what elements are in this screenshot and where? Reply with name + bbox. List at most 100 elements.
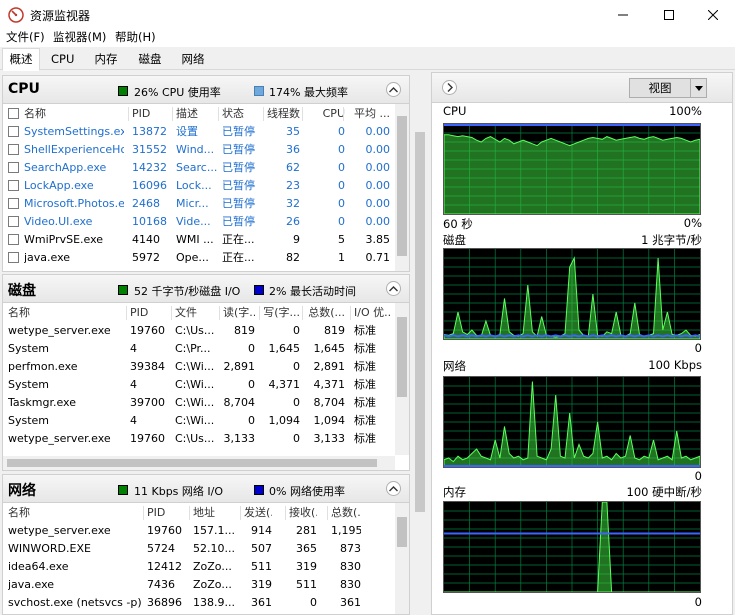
- disk-table-row[interactable]: Taskmgr.exe 39700 C:\Wi... 8,704 0 8,704 标准: [3, 394, 395, 412]
- column-separator[interactable]: [189, 506, 190, 520]
- network-table-row[interactable]: java.exe 7436 ZoZo... 319 511 830: [3, 576, 395, 594]
- cpu-cell-desc: 设置: [176, 125, 198, 138]
- disk-table-row[interactable]: perfmon.exe 39384 C:\Wi... 2,891 0 2,891 标准: [3, 358, 395, 376]
- cpu-table-row[interactable]: WmiPrvSE.exe 4140 WMI ... 正在... 9 5 3.85: [3, 231, 395, 249]
- cpu-table-row[interactable]: SystemSettings.exe 13872 设置 已暂停 35 0 0.00: [3, 123, 395, 141]
- column-separator[interactable]: [302, 306, 303, 320]
- cpu-table-row[interactable]: Video.UI.exe 10168 Vide... 已暂停 26 0 0.00: [3, 213, 395, 231]
- cpu-row-checkbox[interactable]: [8, 144, 19, 155]
- network-column-header[interactable]: 接收(...: [289, 504, 317, 522]
- disk-table-hscrollbar-thumb[interactable]: [7, 459, 377, 467]
- network-column-header[interactable]: 总数(...: [331, 504, 361, 522]
- cpu-column-header[interactable]: 名称: [24, 105, 124, 123]
- column-separator[interactable]: [343, 107, 344, 121]
- column-separator[interactable]: [263, 107, 264, 121]
- disk-table-row[interactable]: System 4 C:\Pr... 0 1,645 1,645 标准: [3, 340, 395, 358]
- disk-column-header[interactable]: 读(字...: [223, 304, 255, 322]
- cpu-table-scrollbar-thumb[interactable]: [397, 116, 407, 256]
- menu-help[interactable]: 帮助(H): [115, 30, 156, 47]
- cpu-column-header[interactable]: 线程数: [267, 105, 300, 123]
- network-column-header[interactable]: 地址: [193, 504, 238, 522]
- network-table-row[interactable]: wetype_server.exe 19760 157.1... 914 281 1,19…: [3, 522, 395, 540]
- cpu-table-row[interactable]: SearchApp.exe 14232 Searc... 已暂停 62 0 0.00: [3, 159, 395, 177]
- column-separator[interactable]: [171, 306, 172, 320]
- tab-disk[interactable]: 磁盘: [131, 50, 169, 70]
- column-separator[interactable]: [285, 506, 286, 520]
- disk-table-row[interactable]: wetype_server.exe 19760 C:\Us... 819 0 819 标准: [3, 322, 395, 340]
- expand-pane-button[interactable]: [442, 80, 457, 95]
- tab-network[interactable]: 网络: [174, 50, 212, 70]
- disk-column-header[interactable]: PID: [130, 304, 172, 322]
- disk-column-header[interactable]: 名称: [8, 304, 124, 322]
- cpu-column-header[interactable]: 平均 ...: [347, 105, 390, 123]
- cpu-select-all-checkbox[interactable]: [8, 108, 19, 119]
- cpu-table-row[interactable]: java.exe 5972 Ope... 正在... 82 1 0.71: [3, 249, 395, 267]
- network-table-row[interactable]: svchost.exe (netsvcs -p) 36896 138.9... 361…: [3, 594, 395, 612]
- pane-scrollbar-thumb[interactable]: [415, 132, 425, 512]
- disk-table-hscrollbar[interactable]: [3, 456, 395, 470]
- disk-column-header[interactable]: 写(字...: [263, 304, 300, 322]
- maximize-button[interactable]: [646, 0, 692, 30]
- cpu-table-row[interactable]: LockApp.exe 16096 Lock... 已暂停 23 0 0.00: [3, 177, 395, 195]
- cpu-row-checkbox[interactable]: [8, 162, 19, 173]
- column-separator[interactable]: [143, 506, 144, 520]
- cpu-row-checkbox[interactable]: [8, 126, 19, 137]
- cpu-row-checkbox[interactable]: [8, 252, 19, 263]
- cpu-section-header[interactable]: CPU 26% CPU 使用率 174% 最大频率: [3, 76, 409, 104]
- disk-collapse-button[interactable]: [386, 281, 401, 296]
- network-table-scrollbar-thumb[interactable]: [397, 517, 407, 547]
- column-separator[interactable]: [219, 306, 220, 320]
- cpu-cell-desc: Lock...: [176, 179, 212, 192]
- tab-cpu[interactable]: CPU: [45, 50, 79, 70]
- cpu-row-checkbox[interactable]: [8, 198, 19, 209]
- menu-monitor[interactable]: 监视器(M): [53, 30, 106, 47]
- disk-table-row[interactable]: wetype_server.exe 19760 C:\Us... 3,133 0 3,13…: [3, 430, 395, 448]
- disk-table-row[interactable]: System 4 C:\Wi... 0 4,371 4,371 标准: [3, 376, 395, 394]
- cpu-row-checkbox[interactable]: [8, 216, 19, 227]
- network-column-header[interactable]: 发送(...: [244, 504, 272, 522]
- cpu-column-header[interactable]: 状态: [222, 105, 266, 123]
- network-column-header[interactable]: PID: [147, 504, 189, 522]
- tab-memory[interactable]: 内存: [87, 50, 125, 70]
- cpu-row-checkbox[interactable]: [8, 234, 19, 245]
- column-separator[interactable]: [240, 506, 241, 520]
- network-table-row[interactable]: WINWORD.EXE 5724 52.10... 507 365 873: [3, 540, 395, 558]
- view-dropdown-button[interactable]: [691, 78, 707, 98]
- column-separator[interactable]: [126, 306, 127, 320]
- network-section-header[interactable]: 网络 11 Kbps 网络 I/O 0% 网络使用率: [3, 475, 409, 503]
- cpu-collapse-button[interactable]: [386, 82, 401, 97]
- disk-table-scrollbar[interactable]: [395, 303, 409, 455]
- pane-divider-scrollbar[interactable]: [411, 72, 429, 615]
- cpu-table-scrollbar[interactable]: [395, 104, 409, 271]
- tab-overview[interactable]: 概述: [2, 48, 40, 71]
- disk-table-row[interactable]: System 4 C:\Wi... 0 1,094 1,094 标准: [3, 412, 395, 430]
- column-separator[interactable]: [327, 506, 328, 520]
- column-separator[interactable]: [302, 107, 303, 121]
- column-separator[interactable]: [259, 306, 260, 320]
- cpu-table-row[interactable]: Microsoft.Photos.exe 2468 Micr... 已暂停 32 0 0.0…: [3, 195, 395, 213]
- cpu-column-header[interactable]: PID: [132, 105, 174, 123]
- column-separator[interactable]: [172, 107, 173, 121]
- close-button[interactable]: [690, 0, 735, 30]
- cpu-table-row[interactable]: ShellExperienceHos... 31552 Wind... 已暂停 36 0 0…: [3, 141, 395, 159]
- column-separator[interactable]: [350, 306, 351, 320]
- disk-table-scrollbar-thumb[interactable]: [397, 317, 407, 397]
- disk-section-header[interactable]: 磁盘 52 千字节/秒磁盘 I/O 2% 最长活动时间: [3, 275, 409, 303]
- cpu-column-header[interactable]: 描述: [176, 105, 219, 123]
- network-cell-pid: 5724: [147, 542, 175, 555]
- network-table-scrollbar[interactable]: [395, 503, 409, 614]
- network-column-header[interactable]: 名称: [8, 504, 143, 522]
- column-separator[interactable]: [128, 107, 129, 121]
- disk-column-header[interactable]: 总数(...: [306, 304, 345, 322]
- menu-file[interactable]: 文件(F): [6, 30, 45, 47]
- network-table-row[interactable]: idea64.exe 12412 ZoZo... 511 319 830: [3, 558, 395, 576]
- graph-mem-min-label: 0: [694, 595, 702, 609]
- minimize-button[interactable]: [600, 0, 646, 30]
- network-collapse-button[interactable]: [386, 481, 401, 496]
- column-separator[interactable]: [218, 107, 219, 121]
- disk-column-header[interactable]: I/O 优...: [354, 304, 392, 322]
- view-button[interactable]: 视图: [629, 78, 691, 98]
- cpu-row-checkbox[interactable]: [8, 180, 19, 191]
- cpu-column-header[interactable]: CPU: [306, 105, 345, 123]
- disk-column-header[interactable]: 文件: [175, 304, 220, 322]
